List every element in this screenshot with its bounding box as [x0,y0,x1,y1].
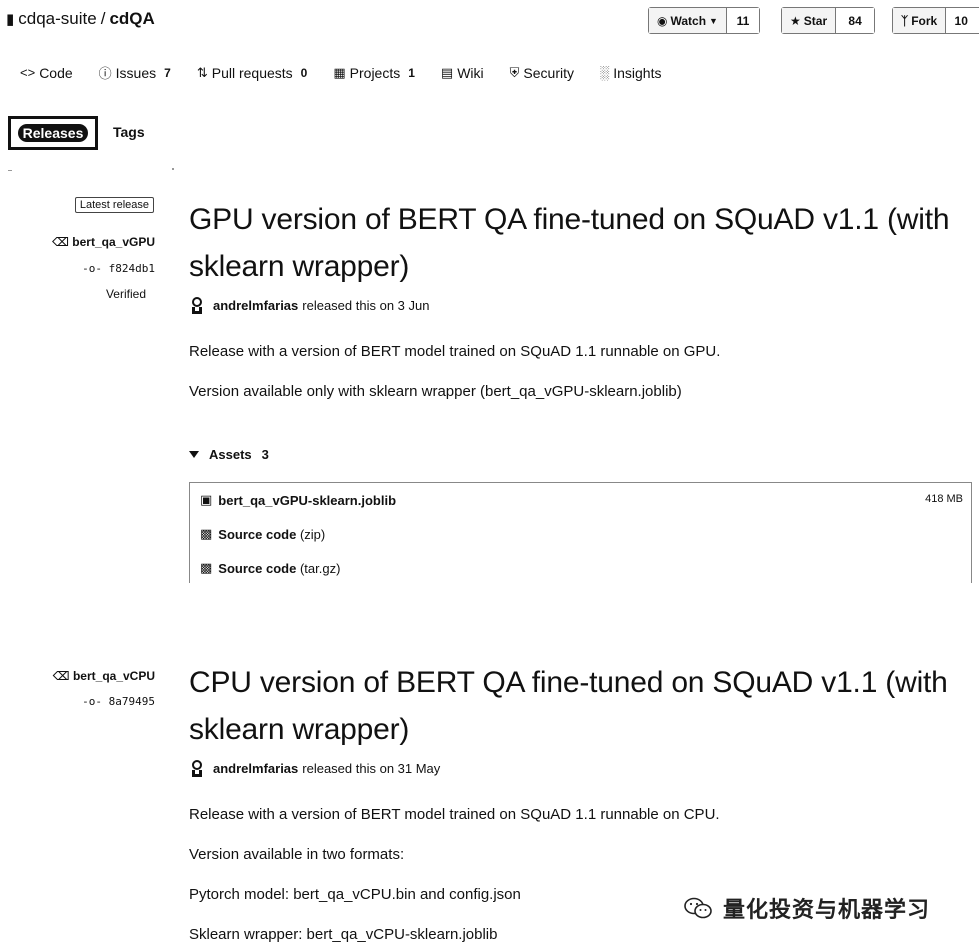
fork-button-group: ᛉ Fork 10 [892,7,979,34]
tab-code-label: Code [39,64,73,81]
release-tag-link[interactable]: ⌫ bert_qa_vGPU [52,235,155,249]
commit-icon: -o- [82,695,103,708]
book-icon: ▤ [440,64,454,80]
watermark: 量化投资与机器学习 [683,892,930,924]
repo-owner-link[interactable]: cdqa-suite [18,9,96,29]
release-author-link[interactable]: andrelmfarias [213,761,298,776]
fork-count[interactable]: 10 [946,8,977,33]
assets-label: Assets [209,447,252,462]
release-tag-link[interactable]: ⌫ bert_qa_vCPU [53,669,155,683]
release-commit-sha: f824db1 [108,262,155,275]
star-button[interactable]: ★ Star [782,8,837,33]
divider [8,170,12,171]
tag-icon: ⌫ [51,235,69,249]
star-button-group: ★ Star 84 [781,7,876,34]
release-meta: andrelmfarias released this on 31 May [189,759,440,777]
graph-icon: ░ [600,65,610,80]
release-description-line: Pytorch model: bert_qa_vCPU.bin and conf… [189,886,521,903]
star-count[interactable]: 84 [836,8,875,33]
release-tag-label: bert_qa_vCPU [72,669,155,683]
release-date-text: released this on 3 Jun [302,297,430,313]
release-description-line: Sklearn wrapper: bert_qa_vCPU-sklearn.jo… [189,926,498,943]
tab-projects-count: 1 [408,65,415,80]
assets-toggle[interactable]: Assets 3 [189,447,269,462]
asset-item[interactable]: ▣ bert_qa_vGPU-sklearn.joblib [200,492,396,508]
fork-label: Fork [911,13,938,28]
repo-name-link[interactable]: cdQA [109,9,154,29]
tab-insights-label: Insights [613,64,662,81]
shield-icon: ⛨ [509,64,520,80]
asset-size: 418 MB [925,493,963,505]
watch-count[interactable]: 11 [726,8,759,33]
issue-icon: ⓘ [98,66,112,81]
tab-wiki[interactable]: ▤ Wiki [441,63,484,82]
eye-icon: ◉ [657,13,668,28]
release-description-line: Release with a version of BERT model tra… [189,806,720,823]
commit-icon: -o- [82,262,103,275]
asset-name: Source code (zip) [218,526,326,542]
assets-list: ▣ bert_qa_vGPU-sklearn.joblib 418 MB ▩ S… [189,482,972,583]
tab-pull-requests-count: 0 [300,65,308,80]
file-zip-icon: ▩ [200,560,213,575]
subnav-tags-tab[interactable]: Tags [113,124,145,140]
pull-request-icon: ⇅ [196,64,208,80]
avatar[interactable] [189,296,205,314]
assets-count: 3 [261,447,269,462]
repo-book-icon: ▮ [6,11,15,28]
tab-security-label: Security [523,64,574,81]
release-meta: andrelmfarias released this on 3 Jun [189,296,429,314]
file-zip-icon: ▩ [200,526,213,541]
release-date-text: released this on 31 May [302,760,441,776]
release-commit-sha: 8a79495 [108,695,155,708]
asset-name: Source code (tar.gz) [218,560,341,576]
watch-label: Watch [670,13,707,28]
asset-name: bert_qa_vGPU-sklearn.joblib [218,492,397,508]
watch-button-group: ◉ Watch ▼ 11 [648,7,760,34]
tab-insights[interactable]: ░ Insights [600,63,661,82]
tab-security[interactable]: ⛨ Security [510,63,574,82]
release-tag-label: bert_qa_vGPU [72,235,155,249]
release-commit-link[interactable]: -o- 8a79495 [82,695,155,708]
tab-projects-label: Projects [349,64,401,81]
release-commit-link[interactable]: -o- f824db1 [82,262,155,275]
release-description-line: Release with a version of BERT model tra… [189,343,721,360]
tab-issues-label: Issues [115,64,157,81]
wechat-icon [684,897,712,919]
latest-release-badge: Latest release [74,197,154,213]
tab-pull-requests-label: Pull requests [211,64,293,81]
tab-issues[interactable]: ⓘ Issues 7 [99,63,171,82]
tab-wiki-label: Wiki [457,64,484,81]
asset-item[interactable]: ▩ Source code (zip) [200,526,325,542]
project-icon: ▦ [333,64,346,80]
repo-title: ▮ cdqa-suite / cdQA [6,9,155,29]
star-icon: ★ [790,13,801,28]
package-icon: ▣ [200,492,213,507]
repo-separator: / [100,9,106,28]
tab-code[interactable]: <> Code [20,63,73,82]
triangle-down-icon [189,451,199,458]
code-icon: <> [20,65,36,80]
release-description-line: Version available in two formats: [189,846,405,863]
fork-icon: ᛉ [901,13,909,28]
verified-badge[interactable]: Verified [106,287,146,301]
subnav-releases-label: Releases [17,124,89,142]
release-description-line: Version available only with sklearn wrap… [189,383,682,400]
subnav-releases-tab[interactable]: Releases [8,116,98,150]
star-label: Star [803,13,828,28]
fork-button[interactable]: ᛉ Fork [893,8,947,33]
asset-item[interactable]: ▩ Source code (tar.gz) [200,560,340,576]
watch-button[interactable]: ◉ Watch ▼ [649,8,727,33]
tab-issues-count: 7 [164,65,171,80]
release-title[interactable]: GPU version of BERT QA fine-tuned on SQu… [189,196,974,290]
tag-icon: ⌫ [52,669,70,683]
avatar[interactable] [189,759,205,777]
divider [172,168,174,170]
watermark-text: 量化投资与机器学习 [723,897,931,922]
tab-pull-requests[interactable]: ⇅ Pull requests 0 [197,63,308,82]
repo-nav-tabs: <> Code ⓘ Issues 7 ⇅ Pull requests 0 ▦ P… [20,63,687,82]
release-author-link[interactable]: andrelmfarias [213,298,298,313]
chevron-down-icon: ▼ [709,15,718,26]
release-title[interactable]: CPU version of BERT QA fine-tuned on SQu… [189,659,974,753]
tab-projects[interactable]: ▦ Projects 1 [333,63,415,82]
